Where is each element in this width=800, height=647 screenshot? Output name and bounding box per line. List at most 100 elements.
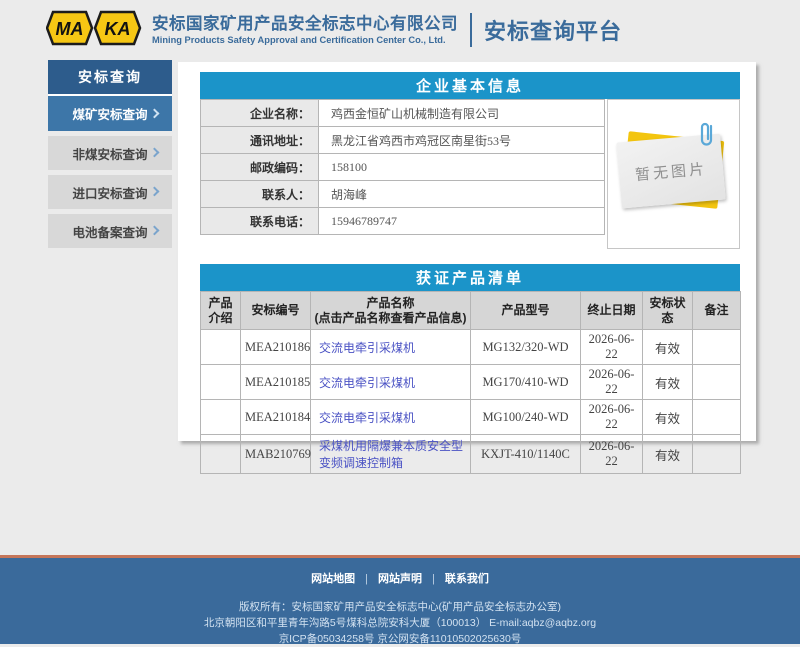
col-header-cert-no: 安标编号 <box>241 292 311 330</box>
footer-links: 网站地图 | 网站声明 | 联系我们 <box>0 570 800 586</box>
table-row: MAB210769 采煤机用隔爆兼本质安全型变频调速控制箱 KXJT-410/1… <box>201 435 741 474</box>
sidebar-item-label: 煤矿安标查询 <box>72 104 147 123</box>
table-row: MEA210184 交流电牵引采煤机 MG100/240-WD 2026-06-… <box>201 400 741 435</box>
footer-link-separator: | <box>432 573 435 585</box>
col-header-name: 产品名称 (点击产品名称查看产品信息) <box>311 292 471 330</box>
chevron-right-icon <box>150 108 160 118</box>
product-remark-cell <box>693 330 741 365</box>
product-intro-cell <box>201 400 241 435</box>
sidebar-item-noncoal-query[interactable]: 非煤安标查询 <box>48 136 172 170</box>
product-name-cell: 交流电牵引采煤机 <box>311 400 471 435</box>
product-model: MG132/320-WD <box>471 330 581 365</box>
product-list-header: 获证产品清单 <box>200 264 740 291</box>
footer-link-contact[interactable]: 联系我们 <box>445 573 489 585</box>
org-name-cn: 安标国家矿用产品安全标志中心有限公司 <box>152 15 458 34</box>
maka-logo[interactable]: MA KA <box>46 8 142 53</box>
product-cert-no: MEA210185 <box>241 365 311 400</box>
product-intro-cell <box>201 330 241 365</box>
platform-title: 安标查询平台 <box>484 14 622 46</box>
product-name-cell: 交流电牵引采煤机 <box>311 330 471 365</box>
product-name-link[interactable]: 交流电牵引采煤机 <box>319 411 415 425</box>
col-header-name-line1: 产品名称 <box>313 296 468 311</box>
logo-ka-text: KA <box>105 19 131 39</box>
enterprise-info-body: 企业名称： 鸡西金恒矿山机械制造有限公司 通讯地址： 黑龙江省鸡西市鸡冠区南星街… <box>200 99 740 249</box>
col-header-model: 产品型号 <box>471 292 581 330</box>
copyright-line2: 北京朝阳区和平里青年沟路5号煤科总院安科大厦（100013） E-mail:aq… <box>0 615 800 631</box>
maka-logo-icon: MA KA <box>46 8 142 48</box>
sidebar-title: 安标查询 <box>48 60 172 96</box>
product-image-box: 暂无图片 <box>607 99 740 249</box>
no-image-text: 暂无图片 <box>634 157 708 184</box>
chevron-right-icon <box>150 147 160 157</box>
product-status: 有效 <box>643 400 693 435</box>
col-header-expiry: 终止日期 <box>581 292 643 330</box>
chevron-right-icon <box>150 186 160 196</box>
org-name-en: Mining Products Safety Approval and Cert… <box>152 34 458 46</box>
product-expiry-date: 2026-06-22 <box>581 365 643 400</box>
field-label-postcode: 邮政编码： <box>201 154 319 181</box>
footer-link-sitemap[interactable]: 网站地图 <box>311 573 355 585</box>
field-value-contact: 胡海峰 <box>319 181 605 208</box>
product-model: KXJT-410/1140C <box>471 435 581 474</box>
enterprise-info-table: 企业名称： 鸡西金恒矿山机械制造有限公司 通讯地址： 黑龙江省鸡西市鸡冠区南星街… <box>200 99 605 235</box>
product-expiry-date: 2026-06-22 <box>581 330 643 365</box>
sidebar: 安标查询 煤矿安标查询 非煤安标查询 进口安标查询 电池备案查询 <box>48 60 172 248</box>
sidebar-item-battery-query[interactable]: 电池备案查询 <box>48 214 172 248</box>
sidebar-item-label: 电池备案查询 <box>72 222 147 241</box>
sidebar-item-coal-query[interactable]: 煤矿安标查询 <box>48 96 172 131</box>
product-name-link[interactable]: 采煤机用隔爆兼本质安全型变频调速控制箱 <box>319 439 463 470</box>
product-model: MG100/240-WD <box>471 400 581 435</box>
copyright-line3: 京ICP备05034258号 京公网安备11010502025630号 <box>0 631 800 647</box>
field-value-company-name: 鸡西金恒矿山机械制造有限公司 <box>319 100 605 127</box>
footer-copyright: 版权所有：安标国家矿用产品安全标志中心(矿用产品安全标志办公室) 北京朝阳区和平… <box>0 599 800 647</box>
table-row: 邮政编码： 158100 <box>201 154 605 181</box>
no-image-placeholder: 暂无图片 <box>619 132 729 210</box>
paperclip-icon <box>699 120 715 153</box>
sidebar-item-import-query[interactable]: 进口安标查询 <box>48 175 172 209</box>
table-row: 联系人： 胡海峰 <box>201 181 605 208</box>
footer-link-separator: | <box>365 573 368 585</box>
product-expiry-date: 2026-06-22 <box>581 400 643 435</box>
product-cert-no: MEA210186 <box>241 330 311 365</box>
product-name-cell: 采煤机用隔爆兼本质安全型变频调速控制箱 <box>311 435 471 474</box>
product-cert-no: MEA210184 <box>241 400 311 435</box>
certified-products-table: 产品介绍 安标编号 产品名称 (点击产品名称查看产品信息) 产品型号 终止日期 … <box>200 291 741 474</box>
table-row: 通讯地址： 黑龙江省鸡西市鸡冠区南星街53号 <box>201 127 605 154</box>
copyright-line1: 版权所有：安标国家矿用产品安全标志中心(矿用产品安全标志办公室) <box>0 599 800 615</box>
col-header-name-line2: (点击产品名称查看产品信息) <box>313 311 468 326</box>
field-value-phone: 15946789747 <box>319 208 605 235</box>
header-divider <box>470 13 472 47</box>
field-value-postcode: 158100 <box>319 154 605 181</box>
chevron-right-icon <box>150 225 160 235</box>
field-label-address: 通讯地址： <box>201 127 319 154</box>
field-label-contact: 联系人： <box>201 181 319 208</box>
product-expiry-date: 2026-06-22 <box>581 435 643 474</box>
product-status: 有效 <box>643 330 693 365</box>
table-row: MEA210186 交流电牵引采煤机 MG132/320-WD 2026-06-… <box>201 330 741 365</box>
logo-ma-text: MA <box>56 19 84 39</box>
product-status: 有效 <box>643 365 693 400</box>
sidebar-item-label: 非煤安标查询 <box>72 144 147 163</box>
site-header: MA KA 安标国家矿用产品安全标志中心有限公司 Mining Products… <box>0 0 800 60</box>
product-name-link[interactable]: 交流电牵引采煤机 <box>319 376 415 390</box>
product-name-link[interactable]: 交流电牵引采煤机 <box>319 341 415 355</box>
field-label-company-name: 企业名称： <box>201 100 319 127</box>
col-header-intro: 产品介绍 <box>201 292 241 330</box>
table-header-row: 产品介绍 安标编号 产品名称 (点击产品名称查看产品信息) 产品型号 终止日期 … <box>201 292 741 330</box>
product-cert-no: MAB210769 <box>241 435 311 474</box>
product-remark-cell <box>693 435 741 474</box>
site-footer: 网站地图 | 网站声明 | 联系我们 版权所有：安标国家矿用产品安全标志中心(矿用产品安… <box>0 555 800 644</box>
footer-link-statement[interactable]: 网站声明 <box>378 573 422 585</box>
product-intro-cell <box>201 435 241 474</box>
table-row: MEA210185 交流电牵引采煤机 MG170/410-WD 2026-06-… <box>201 365 741 400</box>
product-status: 有效 <box>643 435 693 474</box>
col-header-remark: 备注 <box>693 292 741 330</box>
table-row: 联系电话： 15946789747 <box>201 208 605 235</box>
field-value-address: 黑龙江省鸡西市鸡冠区南星街53号 <box>319 127 605 154</box>
org-name-block: 安标国家矿用产品安全标志中心有限公司 Mining Products Safet… <box>152 15 458 46</box>
enterprise-info-header: 企业基本信息 <box>200 72 740 99</box>
product-model: MG170/410-WD <box>471 365 581 400</box>
product-remark-cell <box>693 400 741 435</box>
col-header-status: 安标状态 <box>643 292 693 330</box>
field-label-phone: 联系电话： <box>201 208 319 235</box>
